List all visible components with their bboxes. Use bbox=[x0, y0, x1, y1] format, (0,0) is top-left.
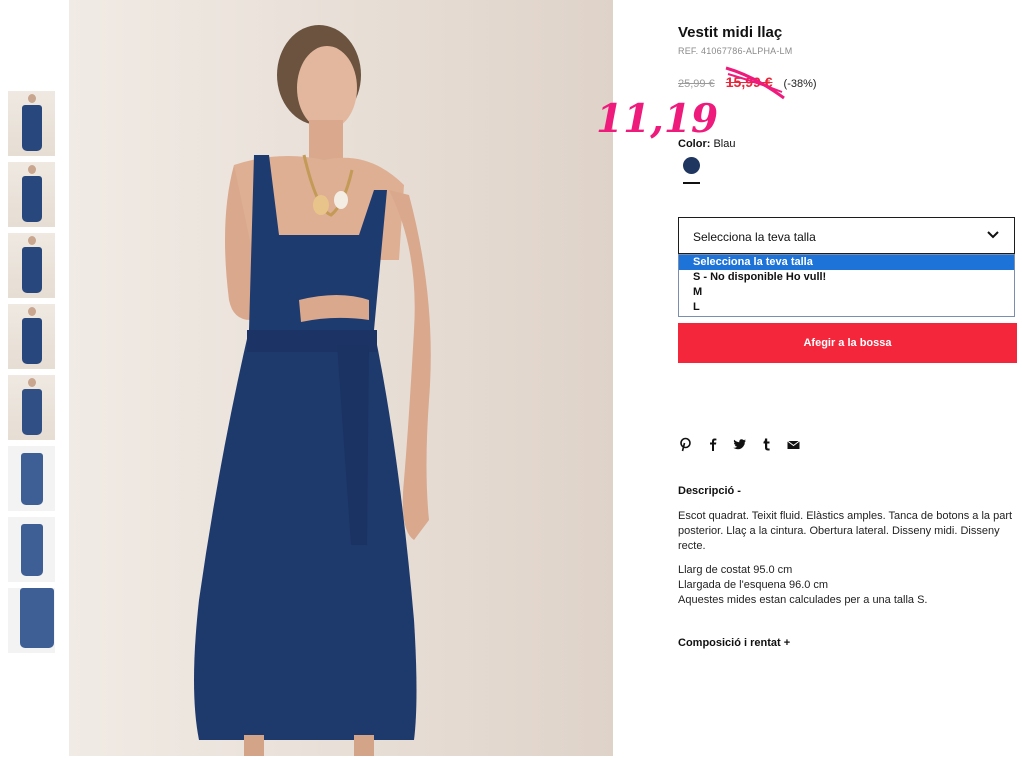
color-swatch-blau[interactable] bbox=[683, 157, 700, 174]
size-select-value: Selecciona la teva talla bbox=[693, 230, 816, 244]
thumbnail-6[interactable] bbox=[8, 446, 55, 511]
color-row: Color: Blau bbox=[678, 138, 735, 150]
main-product-image bbox=[69, 0, 613, 756]
color-label: Color: bbox=[678, 138, 711, 150]
model-illustration bbox=[194, 25, 431, 756]
old-price: 25,99 € bbox=[678, 78, 715, 90]
swatch-selected-indicator bbox=[683, 182, 700, 184]
measure-line: Aquestes mides estan calculades per a un… bbox=[678, 594, 928, 606]
measure-line: Llargada de l'esquena 96.0 cm bbox=[678, 579, 829, 591]
thumbnail-4[interactable] bbox=[8, 304, 55, 369]
composition-toggle[interactable]: Composició i rentat + bbox=[678, 637, 790, 649]
description-toggle[interactable]: Descripció - bbox=[678, 485, 741, 497]
thumbnail-1[interactable] bbox=[8, 91, 55, 156]
mail-icon[interactable] bbox=[786, 437, 801, 452]
thumbnail-7[interactable] bbox=[8, 517, 55, 582]
discount-badge: (-38%) bbox=[783, 78, 817, 90]
add-to-bag-button[interactable]: Afegir a la bossa bbox=[678, 323, 1017, 363]
facebook-icon[interactable] bbox=[705, 437, 720, 452]
pinterest-icon[interactable] bbox=[678, 437, 693, 452]
thumbnail-5[interactable] bbox=[8, 375, 55, 440]
product-ref: REF. 41067786-ALPHA-LM bbox=[678, 46, 793, 56]
price-strike-mark bbox=[725, 66, 785, 100]
thumbnail-3[interactable] bbox=[8, 233, 55, 298]
color-value: Blau bbox=[713, 138, 736, 150]
size-select[interactable]: Selecciona la teva talla bbox=[678, 217, 1015, 254]
tumblr-icon[interactable] bbox=[759, 437, 774, 452]
size-option[interactable]: Selecciona la teva talla bbox=[679, 255, 1014, 270]
measurements: Llarg de costat 95.0 cm Llargada de l'es… bbox=[678, 563, 1018, 608]
thumbnail-list bbox=[8, 91, 55, 659]
thumbnail-8[interactable] bbox=[8, 588, 55, 653]
description-text: Escot quadrat. Teixit fluid. Elàstics am… bbox=[678, 510, 1013, 552]
twitter-icon[interactable] bbox=[732, 437, 747, 452]
size-option[interactable]: S - No disponible Ho vull! bbox=[679, 270, 1014, 285]
product-title: Vestit midi llaç bbox=[678, 24, 783, 41]
share-icons bbox=[678, 437, 801, 452]
chevron-down-icon bbox=[987, 231, 999, 239]
size-option[interactable]: M bbox=[679, 285, 1014, 300]
measure-line: Llarg de costat 95.0 cm bbox=[678, 564, 793, 576]
handwritten-price-annotation: 11,19 bbox=[596, 96, 719, 142]
size-option[interactable]: L bbox=[679, 300, 1014, 315]
thumbnail-2[interactable] bbox=[8, 162, 55, 227]
size-options-list: Selecciona la teva talla S - No disponib… bbox=[678, 254, 1015, 317]
